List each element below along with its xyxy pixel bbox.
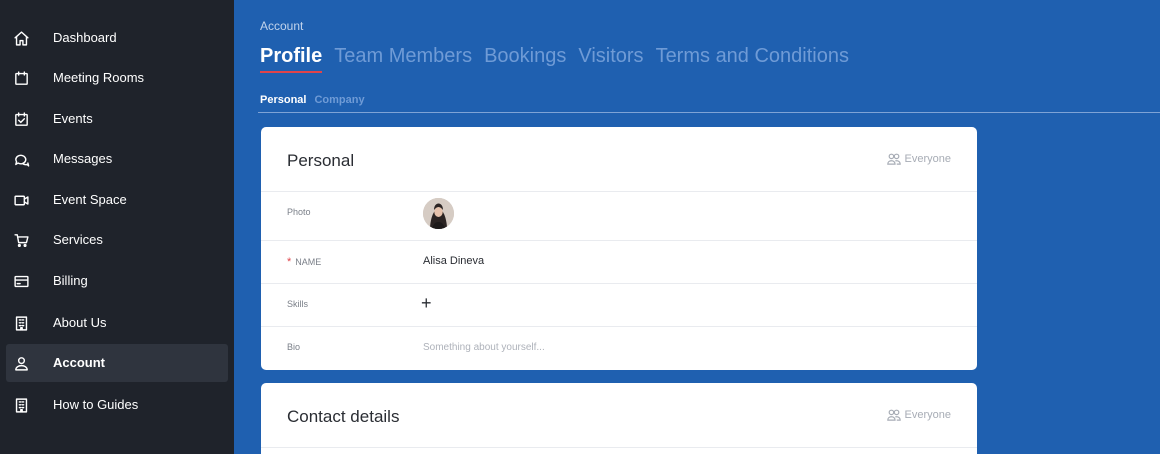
sidebar-item-label: Billing xyxy=(53,273,88,288)
sidebar-item-label: Account xyxy=(53,355,105,370)
sidebar-item-label: How to Guides xyxy=(53,397,139,412)
name-label: * NAME xyxy=(287,256,322,268)
card-title: Contact details xyxy=(287,407,400,426)
people-icon xyxy=(886,153,901,165)
name-row: * NAME Alisa Dineva xyxy=(261,240,977,283)
main-content: Account Profile Team Members Bookings Vi… xyxy=(234,0,1160,454)
sidebar-item-about-us[interactable]: About Us xyxy=(6,304,228,342)
user-icon xyxy=(12,354,30,372)
tab-visitors[interactable]: Visitors xyxy=(578,42,643,73)
subtab-personal[interactable]: Personal xyxy=(260,94,306,106)
sidebar-item-label: Dashboard xyxy=(53,30,117,45)
skills-label: Skills xyxy=(287,299,309,309)
subtab-company[interactable]: Company xyxy=(314,94,364,106)
sidebar-item-messages[interactable]: Messages xyxy=(6,140,228,178)
breadcrumb[interactable]: Account xyxy=(260,19,303,33)
skills-row: Skills + xyxy=(261,283,977,326)
sidebar-item-billing[interactable]: Billing xyxy=(6,262,228,300)
sidebar-item-account[interactable]: Account xyxy=(6,344,228,382)
bio-input[interactable]: Something about yourself... xyxy=(423,342,545,353)
calendar-check-icon xyxy=(12,110,30,128)
visibility-selector[interactable]: Everyone xyxy=(886,409,951,421)
sidebar-item-meeting-rooms[interactable]: Meeting Rooms xyxy=(6,59,228,97)
sidebar-item-label: Event Space xyxy=(53,192,127,207)
account-tabs: Profile Team Members Bookings Visitors T… xyxy=(260,42,849,74)
profile-photo xyxy=(423,198,454,229)
avatar[interactable] xyxy=(423,198,454,229)
sidebar-item-label: About Us xyxy=(53,315,107,330)
tab-profile[interactable]: Profile xyxy=(260,42,323,73)
contact-details-card: Contact details Everyone xyxy=(261,383,977,454)
sidebar-item-label: Messages xyxy=(53,151,113,166)
visibility-label: Everyone xyxy=(904,409,951,421)
subtab-divider xyxy=(258,112,1160,113)
calendar-icon xyxy=(12,69,30,87)
card-title: Personal xyxy=(287,151,355,170)
sidebar-item-label: Meeting Rooms xyxy=(53,70,145,85)
bio-label: Bio xyxy=(287,342,301,352)
personal-card: Personal Everyone Photo *NAME Alisa Din xyxy=(261,127,977,370)
tab-team-members[interactable]: Team Members xyxy=(334,42,472,73)
visibility-label: Everyone xyxy=(904,153,951,165)
sidebar-item-events[interactable]: Events xyxy=(6,100,228,138)
cart-icon xyxy=(12,231,30,249)
name-value[interactable]: Alisa Dineva xyxy=(423,255,484,267)
sidebar-item-label: Services xyxy=(53,232,103,247)
tab-bookings[interactable]: Bookings xyxy=(484,42,566,73)
sidebar-item-label: Events xyxy=(53,111,93,126)
required-mark: * xyxy=(287,256,292,268)
building-icon xyxy=(12,396,30,414)
sidebar-item-event-space[interactable]: Event Space xyxy=(6,181,228,219)
chat-icon xyxy=(12,150,30,168)
bio-row: Bio Something about yourself... xyxy=(261,326,977,369)
sidebar-item-how-to-guides[interactable]: How to Guides xyxy=(6,386,228,424)
building-icon xyxy=(12,314,30,332)
add-skill-button[interactable]: + xyxy=(421,293,432,313)
card-divider xyxy=(261,447,977,448)
photo-label: Photo xyxy=(287,207,311,217)
people-icon xyxy=(886,409,901,421)
sidebar-item-dashboard[interactable]: Dashboard xyxy=(6,19,228,57)
video-icon xyxy=(12,191,30,209)
credit-card-icon xyxy=(12,272,30,290)
home-icon xyxy=(12,29,30,47)
photo-row: Photo xyxy=(261,191,977,234)
sidebar-item-services[interactable]: Services xyxy=(6,221,228,259)
visibility-selector[interactable]: Everyone xyxy=(886,153,951,165)
tab-terms-and-conditions[interactable]: Terms and Conditions xyxy=(656,42,849,73)
sidebar: Dashboard Meeting Rooms Events Messages … xyxy=(0,0,234,454)
profile-subtabs: Personal Company xyxy=(260,94,365,106)
